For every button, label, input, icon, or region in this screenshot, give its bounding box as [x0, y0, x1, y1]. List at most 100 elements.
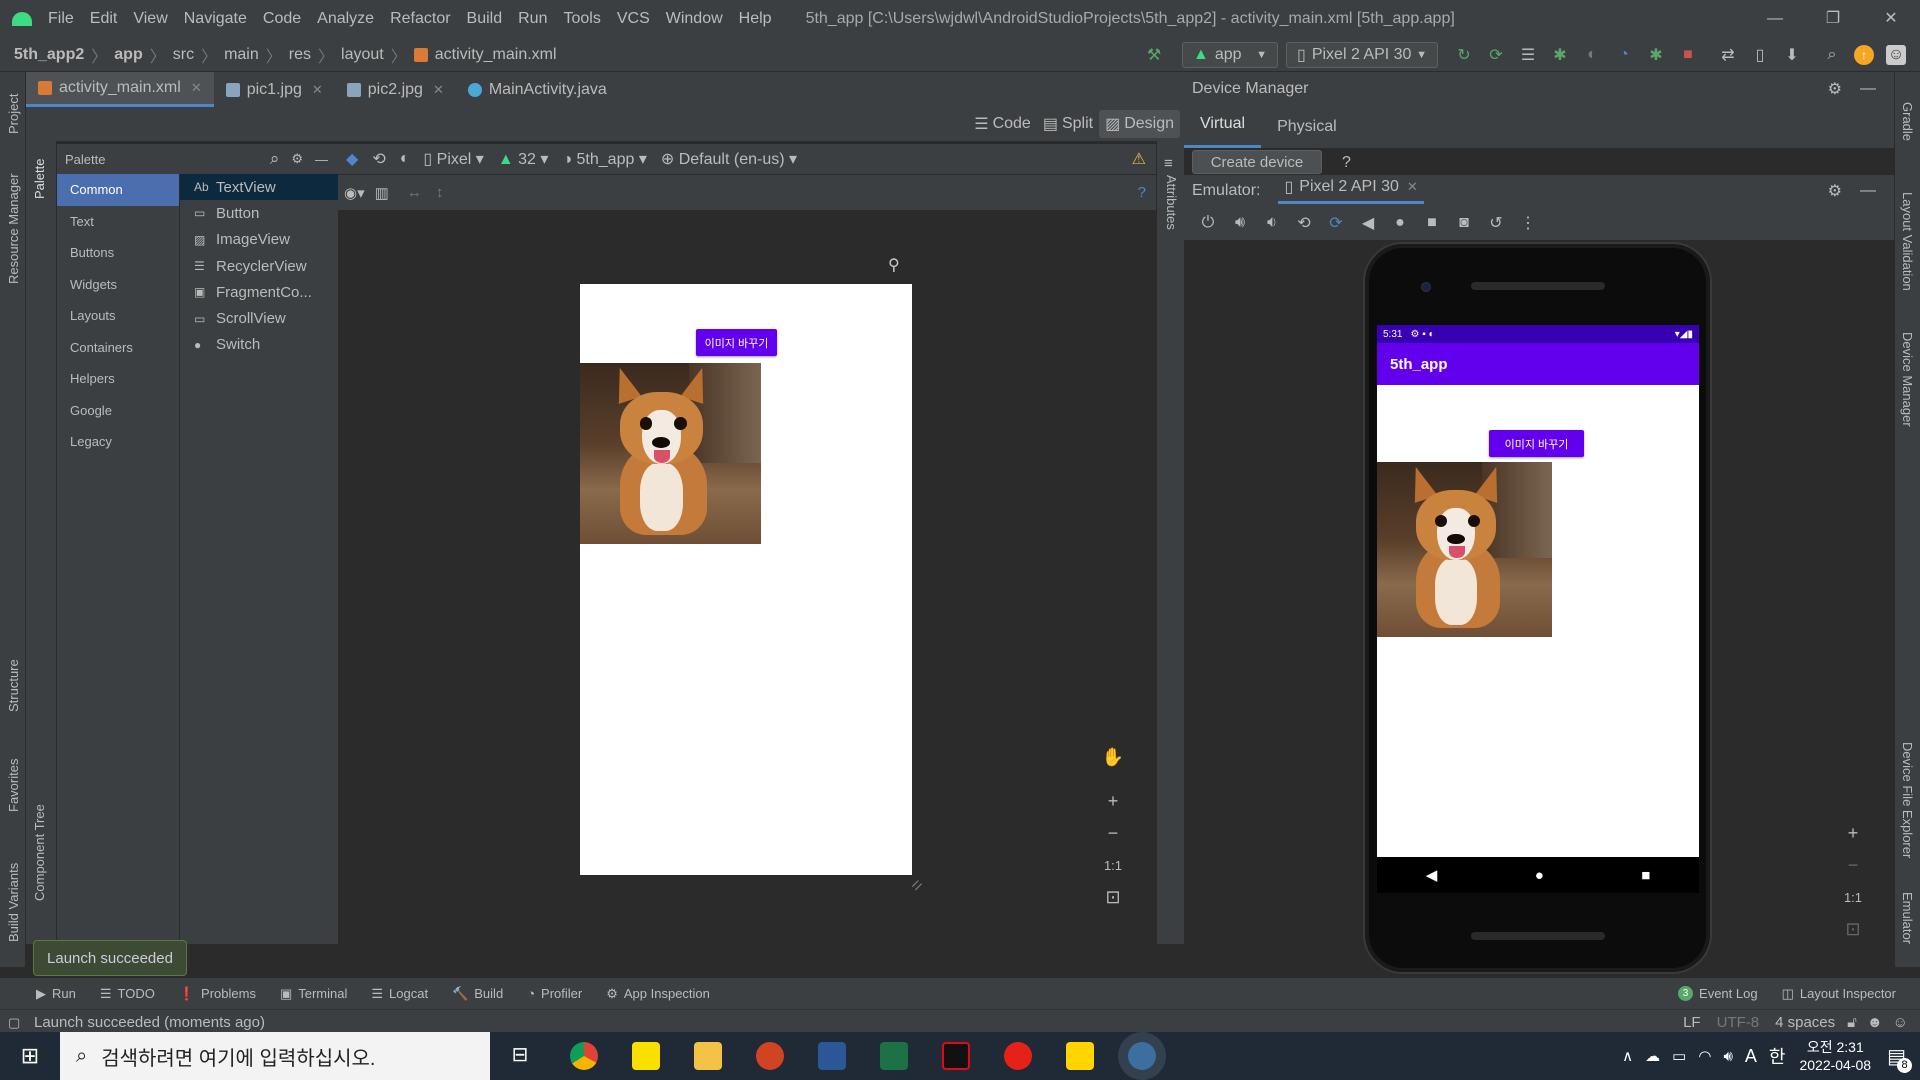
run-tool-button[interactable]: ▶ Run: [36, 986, 76, 1002]
gear-icon[interactable]: ⚙: [1828, 181, 1842, 201]
margin-icon[interactable]: ▥: [375, 184, 389, 202]
layout-inspector-tool-button[interactable]: ◫ Layout Inspector: [1782, 986, 1896, 1002]
sticky-notes-icon[interactable]: [1066, 1042, 1094, 1070]
warning-icon[interactable]: ⚠: [1132, 149, 1146, 169]
back-icon[interactable]: ◀: [1358, 213, 1378, 233]
nav-back-icon[interactable]: ◀: [1426, 866, 1438, 884]
menu-run[interactable]: Run: [518, 10, 547, 28]
terminal-tool-button[interactable]: ▣ Terminal: [280, 986, 347, 1002]
wifi-icon[interactable]: ◠: [1698, 1047, 1711, 1065]
horizontal-constraint-icon[interactable]: ↔: [407, 184, 422, 201]
clock[interactable]: 오전 2:31 2022-04-08: [1799, 1038, 1871, 1074]
design-mode-button[interactable]: ▨ Design: [1099, 110, 1180, 138]
emulator-change-image-button[interactable]: 이미지 바꾸기: [1489, 430, 1584, 457]
media-player-icon[interactable]: [1004, 1042, 1032, 1070]
code-mode-button[interactable]: ☰ Code: [968, 110, 1037, 138]
line-separator-indicator[interactable]: LF: [1683, 1014, 1701, 1031]
palette-item-fragmentcontainer[interactable]: ▣ FragmentCo...: [180, 279, 338, 305]
file-explorer-icon[interactable]: [694, 1042, 722, 1070]
profile-icon[interactable]: ◔: [1614, 45, 1634, 65]
notification-center-icon[interactable]: ▤ 8: [1887, 1044, 1912, 1073]
minimize-panel-icon[interactable]: —: [1860, 182, 1876, 200]
more-options-icon[interactable]: ⋮: [1518, 213, 1538, 233]
eye-view-options-icon[interactable]: ◉▾: [344, 184, 365, 202]
breadcrumb-res[interactable]: res: [289, 46, 311, 64]
zoom-in-icon[interactable]: +: [1098, 786, 1128, 816]
pin-icon[interactable]: ⚲: [888, 255, 900, 275]
layout-preview[interactable]: 이미지 바꾸기: [580, 284, 912, 875]
rotate-left-icon[interactable]: ⟲: [1294, 213, 1314, 233]
component-tree-tool-tab[interactable]: Component Tree: [32, 804, 47, 901]
breadcrumb-layout[interactable]: layout: [341, 46, 384, 64]
kakaotalk-icon[interactable]: [632, 1042, 660, 1070]
zoom-out-icon[interactable]: −: [1098, 818, 1128, 848]
gear-icon[interactable]: ⚙: [291, 151, 303, 167]
vertical-constraint-icon[interactable]: ↕: [436, 184, 444, 201]
rotate-right-icon[interactable]: ⟳: [1326, 213, 1346, 233]
menu-navigate[interactable]: Navigate: [184, 10, 247, 28]
tab-pic1[interactable]: pic1.jpg ✕: [214, 72, 335, 107]
palette-category-helpers[interactable]: Helpers: [57, 363, 179, 395]
palette-category-layouts[interactable]: Layouts: [57, 300, 179, 332]
breadcrumb-file[interactable]: activity_main.xml: [435, 46, 557, 64]
power-icon[interactable]: ⏻: [1198, 213, 1218, 233]
zoom-to-fit-icon[interactable]: ⊡: [1838, 914, 1868, 944]
launch-toast[interactable]: Launch succeeded: [33, 940, 187, 976]
palette-category-legacy[interactable]: Legacy: [57, 426, 179, 458]
palette-item-imageview[interactable]: ▨ ImageView: [180, 227, 338, 253]
android-studio-taskbar-icon[interactable]: [1128, 1042, 1156, 1070]
todo-tool-button[interactable]: ☰ TODO: [100, 986, 155, 1002]
sync-gradle-icon[interactable]: ⇄: [1718, 45, 1738, 65]
stop-icon[interactable]: ■: [1678, 45, 1698, 65]
night-mode-icon[interactable]: ◐: [400, 150, 410, 168]
structure-tool-tab[interactable]: Structure: [6, 659, 21, 712]
close-icon[interactable]: ✕: [1862, 0, 1920, 38]
locale-dropdown[interactable]: ⊕ Default (en-us) ▾: [661, 149, 797, 169]
minimize-icon[interactable]: —: [1746, 0, 1804, 38]
zoom-to-fit-icon[interactable]: ⊡: [1098, 882, 1128, 912]
profiler-tool-button[interactable]: ◔ Profiler: [527, 986, 582, 1001]
run-config-select[interactable]: ▲ app ▼: [1182, 42, 1278, 68]
palette-category-containers[interactable]: Containers: [57, 332, 179, 364]
logcat-tool-button[interactable]: ☰ Logcat: [371, 986, 428, 1002]
menu-analyze[interactable]: Analyze: [317, 10, 374, 28]
menu-code[interactable]: Code: [263, 10, 301, 28]
api-dropdown[interactable]: ▲ 32 ▾: [498, 149, 549, 169]
emulator-screen[interactable]: 5:31 ⚙ ▪ ◐ ▾◢▮ 5th_app 이미지 바꾸기: [1377, 325, 1699, 857]
memory-indicator-icon[interactable]: ☻: [1867, 1014, 1883, 1031]
update-icon[interactable]: ↑: [1854, 45, 1874, 65]
preview-imageview[interactable]: [580, 363, 761, 544]
zoom-actual-size-button[interactable]: 1:1: [1838, 882, 1868, 912]
palette-item-textview[interactable]: Ab TextView: [180, 174, 338, 201]
palette-category-text[interactable]: Text: [57, 206, 179, 238]
device-manager-icon[interactable]: ▯: [1750, 45, 1770, 65]
attach-debugger-icon[interactable]: ◐: [1582, 45, 1602, 65]
device-file-explorer-tool-tab[interactable]: Device File Explorer: [1900, 742, 1915, 858]
menu-edit[interactable]: Edit: [90, 10, 118, 28]
tab-activity-main[interactable]: activity_main.xml ✕: [26, 72, 214, 107]
close-tab-icon[interactable]: ✕: [312, 82, 323, 98]
camera-icon[interactable]: ◙: [1454, 213, 1474, 233]
search-icon[interactable]: ⌕: [270, 149, 280, 169]
gear-icon[interactable]: ⚙: [1828, 79, 1842, 99]
split-mode-button[interactable]: ▤ Split: [1037, 110, 1099, 138]
tab-main-activity[interactable]: MainActivity.java: [456, 72, 619, 107]
indent-indicator[interactable]: 4 spaces: [1775, 1014, 1835, 1031]
close-tab-icon[interactable]: ✕: [433, 82, 444, 98]
taskbar-search-box[interactable]: ⌕ 검색하려면 여기에 입력하십시오.: [60, 1032, 490, 1080]
face-icon[interactable]: ☺: [1893, 1014, 1908, 1031]
menu-refactor[interactable]: Refactor: [390, 10, 450, 28]
windows-start-icon[interactable]: ⊞: [0, 1043, 60, 1069]
apply-code-changes-icon[interactable]: ⟳: [1486, 45, 1506, 65]
create-device-button[interactable]: Create device: [1192, 150, 1322, 174]
nav-recents-icon[interactable]: ■: [1641, 867, 1650, 884]
menu-file[interactable]: File: [48, 10, 74, 28]
palette-category-buttons[interactable]: Buttons: [57, 237, 179, 269]
build-variants-tool-tab[interactable]: Build Variants: [6, 863, 21, 942]
lock-icon[interactable]: 🔓︎: [1847, 1014, 1857, 1031]
volume-down-icon[interactable]: 🔉︎: [1262, 213, 1282, 233]
problems-tool-button[interactable]: ❗ Problems: [179, 986, 256, 1002]
menu-help[interactable]: Help: [739, 10, 772, 28]
debug-icon[interactable]: ✱: [1550, 45, 1570, 65]
nav-home-icon[interactable]: ●: [1535, 867, 1544, 884]
